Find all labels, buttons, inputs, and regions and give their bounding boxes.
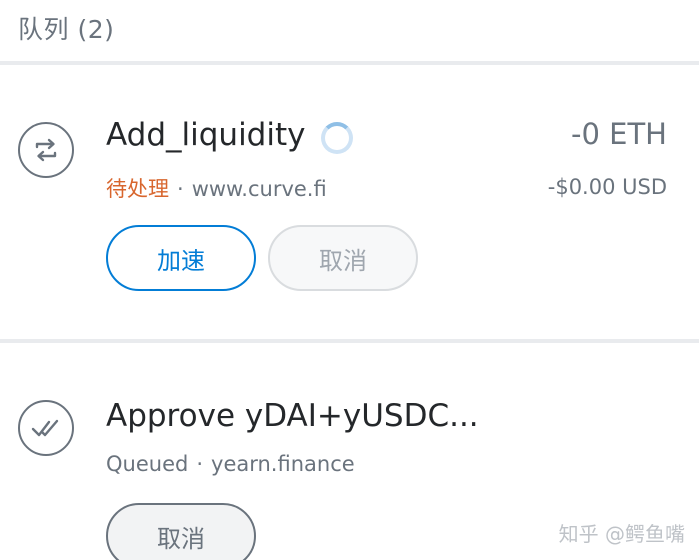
cancel-button[interactable]: 取消: [268, 225, 418, 291]
transaction-subtitle: Queued · yearn.finance: [106, 452, 355, 476]
transaction-subtitle: 待处理 · www.curve.fi: [106, 173, 327, 203]
origin-label: www.curve.fi: [191, 177, 327, 201]
double-check-icon: [18, 400, 74, 456]
status-label: Queued: [106, 452, 189, 476]
watermark: 知乎 @鳄鱼嘴: [558, 522, 685, 546]
queue-title: 队列 (2): [18, 15, 115, 44]
separator: ·: [196, 452, 204, 476]
amount-secondary: -$0.00 USD: [547, 175, 667, 199]
transaction-title: Add_liquidity: [106, 117, 306, 153]
transaction-title: Approve yDAI+yUSDC...: [106, 398, 479, 434]
loading-spinner-icon: [321, 122, 353, 154]
origin-label: yearn.finance: [211, 452, 355, 476]
swap-arrows-icon: [18, 122, 74, 178]
queue-header: 队列 (2): [0, 0, 699, 62]
status-label: 待处理: [106, 177, 169, 201]
cancel-button[interactable]: 取消: [106, 503, 256, 560]
amount-primary: -0 ETH: [571, 117, 667, 151]
separator: ·: [177, 177, 184, 201]
transaction-item-add-liquidity[interactable]: Add_liquidity 待处理 · www.curve.fi -0 ETH -$…: [0, 65, 699, 339]
speed-up-button[interactable]: 加速: [106, 225, 256, 291]
